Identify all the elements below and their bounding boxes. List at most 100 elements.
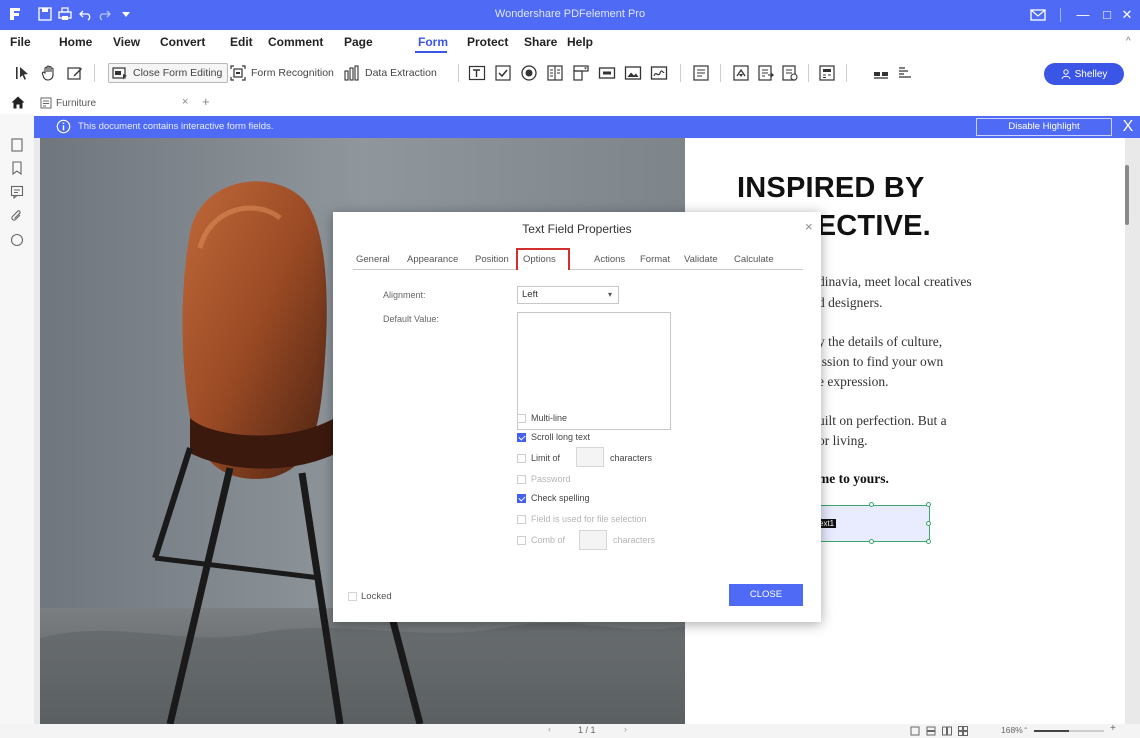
ribbon-separator	[94, 64, 95, 82]
default-value-label: Default Value:	[383, 314, 439, 324]
maximize-button[interactable]: □	[1098, 6, 1116, 24]
tab-format[interactable]: Format	[640, 254, 670, 265]
body-text-line: dinavia, meet local creatives	[818, 274, 972, 289]
export-data-icon[interactable]	[757, 64, 775, 82]
limit-of-label: Limit of	[531, 453, 561, 463]
menu-file[interactable]: File	[10, 35, 31, 49]
resize-handle[interactable]	[926, 539, 931, 544]
close-dialog-button[interactable]: CLOSE	[729, 584, 803, 606]
menu-share[interactable]: Share	[524, 35, 557, 49]
tab-position[interactable]: Position	[475, 254, 509, 265]
tab-validate[interactable]: Validate	[684, 254, 718, 265]
resize-handle[interactable]	[926, 521, 931, 526]
checkbox-tool-icon[interactable]	[494, 64, 512, 82]
check-spelling-checkbox[interactable]	[517, 494, 526, 503]
resize-handle[interactable]	[869, 539, 874, 544]
data-extraction-button[interactable]: Data Extraction	[344, 63, 437, 83]
close-info-bar-button[interactable]: X	[1118, 116, 1138, 138]
tab-calculate[interactable]: Calculate	[734, 254, 774, 265]
close-window-button[interactable]: ✕	[1118, 6, 1136, 24]
tab-general[interactable]: General	[356, 254, 390, 265]
align-left-icon[interactable]	[872, 64, 890, 82]
ribbon-separator	[808, 64, 809, 82]
attachment-icon[interactable]	[10, 209, 24, 223]
select-cursor-icon[interactable]	[14, 64, 32, 82]
menu-help[interactable]: Help	[567, 35, 593, 49]
zoom-level[interactable]: 168%	[1001, 725, 1023, 735]
distribute-icon[interactable]	[896, 64, 914, 82]
text-field-text1[interactable]: ext1	[811, 502, 931, 544]
menu-home[interactable]: Home	[59, 35, 92, 49]
menu-page[interactable]: Page	[344, 35, 373, 49]
tab-appearance[interactable]: Appearance	[407, 254, 458, 265]
dialog-tab-strip: General Appearance Position Actions Form…	[353, 248, 803, 270]
combo-box-tool-icon[interactable]	[572, 64, 590, 82]
close-form-editing-button[interactable]: Close Form Editing	[108, 63, 229, 83]
new-tab-button[interactable]: +	[202, 94, 210, 109]
reset-form-icon[interactable]	[781, 64, 799, 82]
zoom-out-icon[interactable]: -	[1024, 723, 1027, 734]
menu-bar: File Home View Convert Edit Comment Page…	[0, 30, 1140, 54]
bookmark-icon[interactable]	[10, 161, 24, 175]
chevron-down-icon: ▾	[607, 290, 612, 299]
zoom-slider-fill	[1034, 730, 1069, 732]
comb-of-label: Comb of	[531, 535, 566, 545]
menu-comment[interactable]: Comment	[268, 35, 323, 49]
edit-box-icon[interactable]	[66, 64, 84, 82]
radio-button-tool-icon[interactable]	[520, 64, 538, 82]
vertical-scrollbar-thumb[interactable]	[1125, 165, 1129, 225]
form-recognition-button[interactable]: Form Recognition	[230, 63, 334, 83]
thumbnails-icon[interactable]	[10, 138, 24, 152]
resize-handle[interactable]	[926, 502, 931, 507]
collapse-ribbon-icon[interactable]: ^	[1126, 36, 1131, 47]
close-tab-button[interactable]: ×	[182, 96, 188, 108]
disable-highlight-button[interactable]: Disable Highlight	[976, 118, 1112, 136]
limit-characters-suffix: characters	[610, 453, 653, 463]
titlebar-divider	[1060, 8, 1061, 22]
document-tab-furniture[interactable]: Furniture	[40, 94, 96, 112]
dialog-close-icon[interactable]: ×	[805, 219, 813, 234]
locked-checkbox[interactable]	[348, 592, 357, 601]
ribbon-toolbar: Close Form Editing Form Recognition Data…	[0, 54, 1140, 92]
menu-edit[interactable]: Edit	[230, 35, 253, 49]
multi-line-checkbox[interactable]	[517, 414, 526, 423]
home-icon[interactable]	[11, 96, 25, 109]
calculate-icon[interactable]	[818, 64, 836, 82]
resize-handle[interactable]	[869, 502, 874, 507]
zoom-slider[interactable]	[1034, 730, 1104, 732]
search-icon[interactable]	[10, 233, 24, 247]
previous-page-icon[interactable]: ‹	[548, 724, 551, 734]
menu-convert[interactable]: Convert	[160, 35, 205, 49]
next-page-icon[interactable]: ›	[624, 724, 627, 734]
limit-characters-input[interactable]	[576, 447, 604, 467]
menu-form[interactable]: Form	[418, 35, 448, 49]
hand-tool-icon[interactable]	[40, 64, 58, 82]
user-account-button[interactable]: Shelley	[1044, 63, 1124, 85]
alignment-select[interactable]: Left ▾	[517, 286, 619, 304]
two-page-view-icon[interactable]	[942, 726, 952, 736]
menu-protect[interactable]: Protect	[467, 35, 508, 49]
field-properties-icon[interactable]	[692, 64, 710, 82]
tab-options[interactable]: Options	[516, 248, 570, 272]
single-page-view-icon[interactable]	[910, 726, 920, 736]
grid-view-icon[interactable]	[958, 726, 968, 736]
tab-options-label: Options	[523, 254, 556, 265]
signature-field-icon[interactable]	[650, 64, 668, 82]
menu-view[interactable]: View	[113, 35, 140, 49]
title-bar: Wondershare PDFelement Pro — □ ✕	[0, 0, 1140, 30]
message-icon[interactable]	[1028, 6, 1048, 24]
page-indicator[interactable]: 1 / 1	[578, 725, 596, 735]
list-box-tool-icon[interactable]	[546, 64, 564, 82]
button-tool-icon[interactable]	[598, 64, 616, 82]
continuous-view-icon[interactable]	[926, 726, 936, 736]
minimize-button[interactable]: —	[1074, 6, 1092, 24]
comments-icon[interactable]	[10, 185, 24, 199]
image-field-icon[interactable]	[624, 64, 642, 82]
zoom-in-icon[interactable]: +	[1110, 723, 1116, 734]
document-tab-bar: Furniture × +	[0, 92, 1140, 114]
limit-of-checkbox[interactable]	[517, 454, 526, 463]
text-field-icon[interactable]	[468, 64, 486, 82]
scroll-long-text-checkbox[interactable]	[517, 433, 526, 442]
tab-actions[interactable]: Actions	[594, 254, 625, 265]
import-data-icon[interactable]	[732, 64, 750, 82]
